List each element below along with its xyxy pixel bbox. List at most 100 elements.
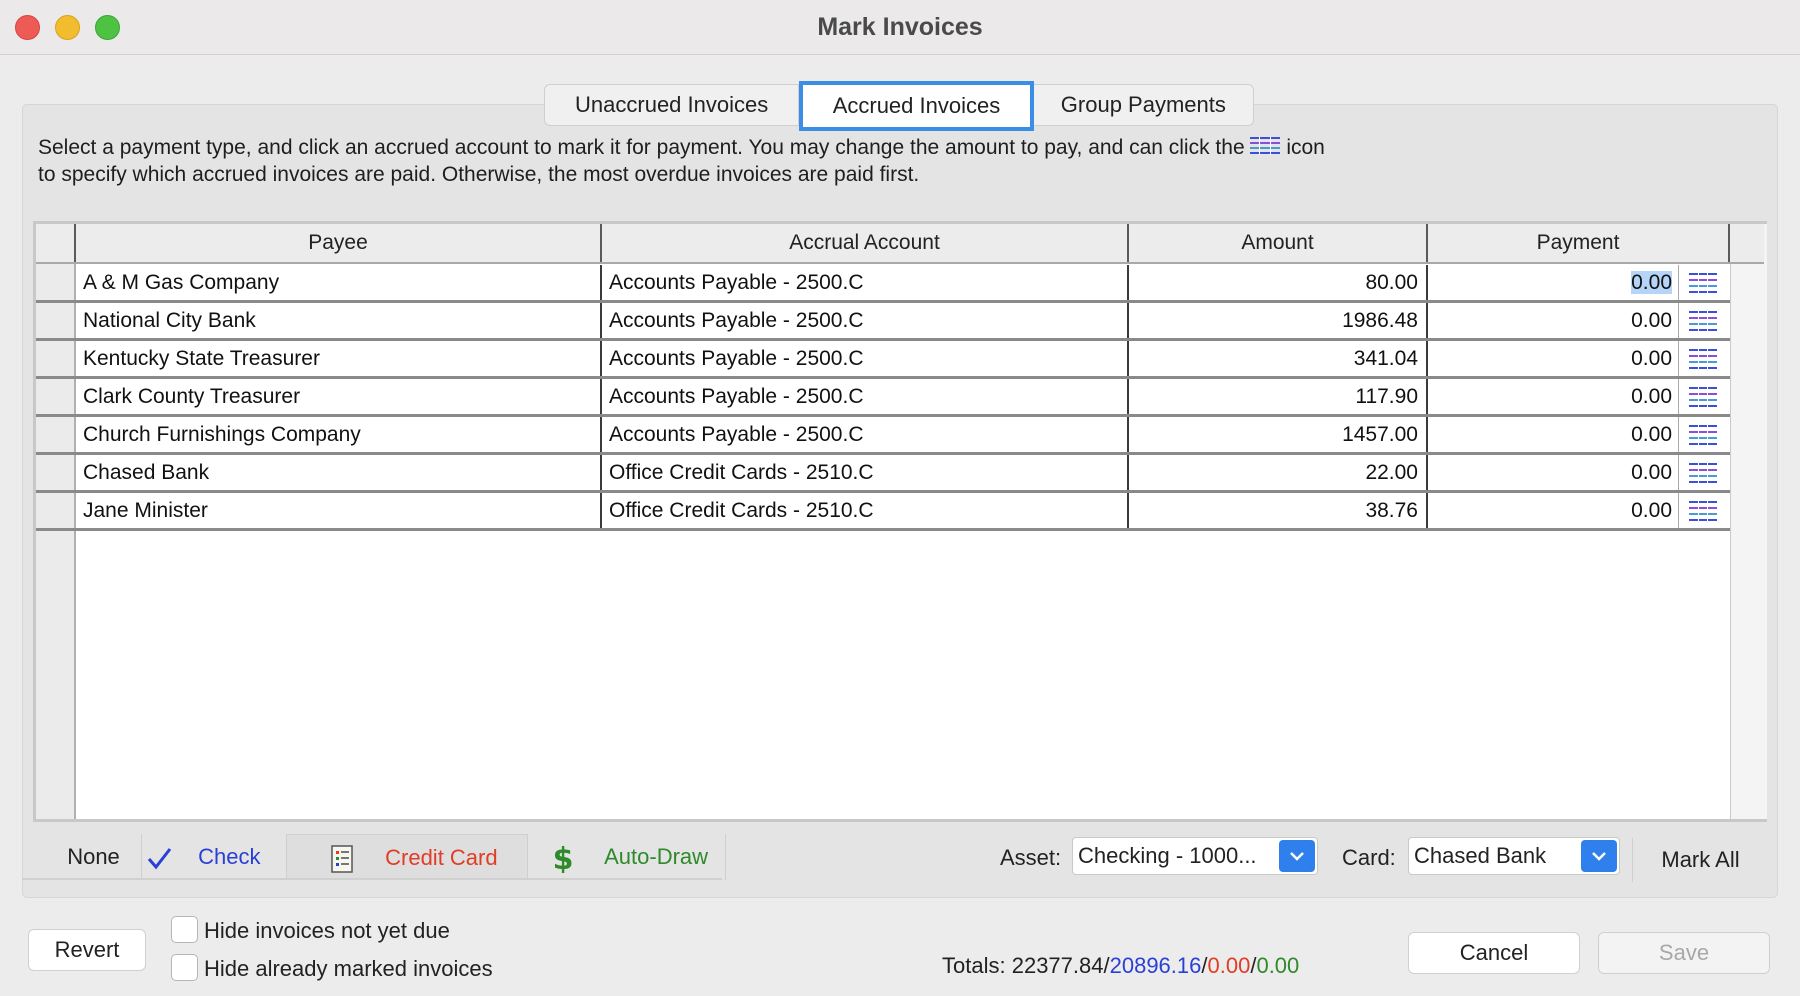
checkmark-icon [144, 843, 174, 873]
invoice-detail-button[interactable] [1678, 417, 1726, 452]
card-select[interactable]: Chased Bank [1408, 837, 1620, 875]
table-row[interactable]: A & M Gas Company Accounts Payable - 2500… [36, 265, 1730, 303]
accrual-account-cell[interactable]: Accounts Payable - 2500.C [602, 265, 1129, 300]
row-header[interactable] [36, 417, 76, 452]
invoice-detail-button[interactable] [1678, 493, 1726, 528]
cancel-button[interactable]: Cancel [1408, 932, 1580, 974]
accrual-account-cell[interactable]: Accounts Payable - 2500.C [602, 379, 1129, 414]
payment-type-auto-draw-label: Auto-Draw [604, 844, 709, 869]
table-header: Payee Accrual Account Amount Payment [36, 224, 1764, 264]
payee-cell[interactable]: Chased Bank [76, 455, 602, 490]
svg-text:$: $ [553, 843, 574, 873]
payment-value[interactable]: 0.00 [1631, 309, 1672, 332]
hide-not-due-checkbox[interactable] [171, 916, 198, 943]
totals-auto-draw: 0.00 [1256, 953, 1300, 978]
instructions-line-2: to specify which accrued invoices are pa… [38, 163, 920, 186]
payment-cell[interactable]: 0.00 [1428, 341, 1678, 376]
revert-button[interactable]: Revert [28, 929, 146, 971]
corner-header [36, 224, 76, 262]
tab-bar: Unaccrued Invoices Accrued Invoices Grou… [544, 81, 1254, 131]
instructions-text: Select a payment type, and click an accr… [38, 134, 1638, 188]
amount-cell[interactable]: 341.04 [1129, 341, 1428, 376]
asset-label: Asset: [1000, 845, 1062, 870]
mark-all-button[interactable]: Mark All [1632, 838, 1768, 882]
payment-value[interactable]: 0.00 [1631, 423, 1672, 446]
row-header[interactable] [36, 265, 76, 300]
payee-cell[interactable]: Clark County Treasurer [76, 379, 602, 414]
payment-value[interactable]: 0.00 [1631, 347, 1672, 370]
payment-cell[interactable]: 0.00 [1428, 493, 1678, 528]
instructions-line-1: Select a payment type, and click an accr… [38, 136, 1245, 159]
table-row[interactable]: Kentucky State Treasurer Accounts Payable… [36, 341, 1730, 379]
payment-value[interactable]: 0.00 [1631, 271, 1672, 294]
payment-cell[interactable]: 0.00 [1428, 265, 1678, 300]
payment-type-credit-card[interactable]: Credit Card [286, 834, 528, 880]
accrual-account-cell[interactable]: Accounts Payable - 2500.C [602, 303, 1129, 338]
window-title: Mark Invoices [817, 13, 983, 41]
totals-readout: Totals: 22377.84/20896.16/0.00/0.00 [942, 953, 1299, 979]
payment-value[interactable]: 0.00 [1631, 499, 1672, 522]
table-row[interactable]: Church Furnishings Company Accounts Payab… [36, 417, 1730, 455]
amount-cell[interactable]: 22.00 [1129, 455, 1428, 490]
invoice-detail-button[interactable] [1678, 455, 1726, 490]
accrual-account-cell[interactable]: Accounts Payable - 2500.C [602, 417, 1129, 452]
hide-not-due-label: Hide invoices not yet due [204, 918, 450, 943]
payment-type-none[interactable]: None [46, 834, 142, 880]
invoice-grid-icon [1688, 347, 1717, 370]
invoice-grid-icon [1688, 461, 1717, 484]
column-header-payment[interactable]: Payment [1428, 224, 1730, 262]
totals-total: 22377.84 [1011, 953, 1104, 978]
row-header[interactable] [36, 379, 76, 414]
column-header-accrual-account[interactable]: Accrual Account [602, 224, 1129, 262]
chevron-down-icon [1279, 840, 1315, 872]
column-header-amount[interactable]: Amount [1129, 224, 1428, 262]
invoice-grid-icon [1688, 423, 1717, 446]
row-header[interactable] [36, 303, 76, 338]
credit-card-icon [327, 844, 357, 874]
invoice-detail-button[interactable] [1678, 265, 1726, 300]
payment-cell[interactable]: 0.00 [1428, 417, 1678, 452]
amount-cell[interactable]: 38.76 [1129, 493, 1428, 528]
row-header[interactable] [36, 455, 76, 490]
payment-value[interactable]: 0.00 [1631, 385, 1672, 408]
payment-value[interactable]: 0.00 [1631, 461, 1672, 484]
table-row[interactable]: Clark County Treasurer Accounts Payable -… [36, 379, 1730, 417]
amount-cell[interactable]: 80.00 [1129, 265, 1428, 300]
table-row[interactable]: National City Bank Accounts Payable - 250… [36, 303, 1730, 341]
tab-group-payments[interactable]: Group Payments [1034, 85, 1253, 125]
hide-marked-label: Hide already marked invoices [204, 956, 493, 981]
row-header[interactable] [36, 341, 76, 376]
payment-cell[interactable]: 0.00 [1428, 303, 1678, 338]
instructions-icon-word: icon [1286, 136, 1325, 159]
payment-type-check[interactable]: Check [144, 834, 309, 880]
payment-cell[interactable]: 0.00 [1428, 455, 1678, 490]
save-button[interactable]: Save [1598, 932, 1770, 974]
hide-marked-checkbox[interactable] [171, 954, 198, 981]
payee-cell[interactable]: Jane Minister [76, 493, 602, 528]
payee-cell[interactable]: National City Bank [76, 303, 602, 338]
accrual-account-cell[interactable]: Office Credit Cards - 2510.C [602, 455, 1129, 490]
payment-type-auto-draw[interactable]: $ Auto-Draw [530, 834, 726, 880]
table-row[interactable]: Jane Minister Office Credit Cards - 2510.… [36, 493, 1730, 531]
accrual-account-cell[interactable]: Accounts Payable - 2500.C [602, 341, 1129, 376]
asset-select[interactable]: Checking - 1000... [1072, 837, 1318, 875]
amount-cell[interactable]: 1457.00 [1129, 417, 1428, 452]
invoice-grid-icon [1688, 309, 1717, 332]
invoice-detail-button[interactable] [1678, 303, 1726, 338]
payee-cell[interactable]: A & M Gas Company [76, 265, 602, 300]
column-header-payee[interactable]: Payee [76, 224, 602, 262]
invoice-grid-icon [1688, 385, 1717, 408]
payee-cell[interactable]: Kentucky State Treasurer [76, 341, 602, 376]
accrual-account-cell[interactable]: Office Credit Cards - 2510.C [602, 493, 1129, 528]
invoice-detail-button[interactable] [1678, 341, 1726, 376]
amount-cell[interactable]: 1986.48 [1129, 303, 1428, 338]
row-header[interactable] [36, 493, 76, 528]
amount-cell[interactable]: 117.90 [1129, 379, 1428, 414]
payee-cell[interactable]: Church Furnishings Company [76, 417, 602, 452]
table-row[interactable]: Chased Bank Office Credit Cards - 2510.C 2… [36, 455, 1730, 493]
payment-type-check-label: Check [198, 844, 261, 869]
payment-cell[interactable]: 0.00 [1428, 379, 1678, 414]
tab-accrued-invoices[interactable]: Accrued Invoices [799, 81, 1034, 131]
tab-unaccrued-invoices[interactable]: Unaccrued Invoices [545, 85, 800, 125]
invoice-detail-button[interactable] [1678, 379, 1726, 414]
